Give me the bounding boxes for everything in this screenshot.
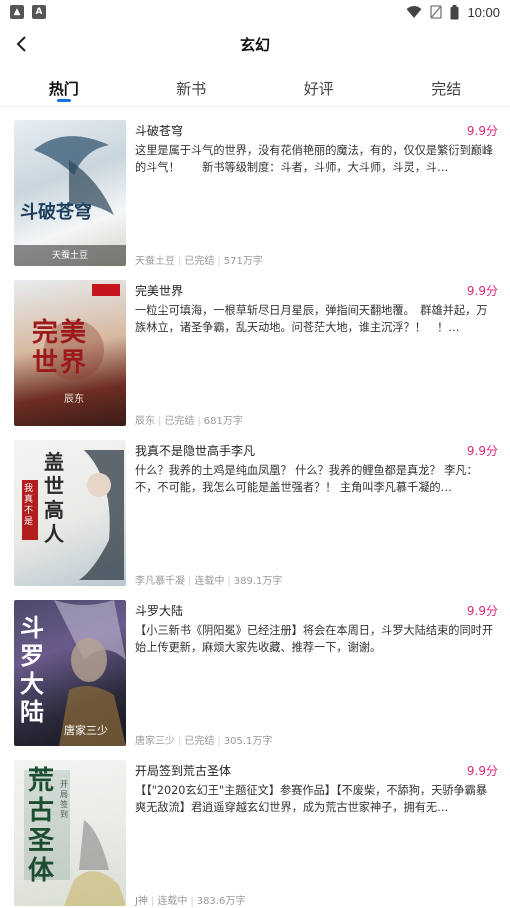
system-icons: 10:00 — [406, 4, 500, 20]
meta-separator: | — [178, 256, 182, 267]
meta-separator: | — [188, 576, 192, 587]
book-meta: J神 | 连载中 | 383.6万字 — [135, 892, 245, 907]
book-cover: 斗破苍穹 天蚕土豆 — [14, 120, 126, 266]
book-meta: 唐家三少 | 已完结 | 305.1万字 — [135, 732, 272, 747]
clock: 10:00 — [467, 4, 500, 20]
book-author: 李凡慕千凝 — [135, 576, 185, 587]
meta-separator: | — [227, 576, 231, 587]
book-status: 连载中 — [194, 576, 225, 587]
book-title: 我真不是隐世高手李凡 — [135, 444, 256, 458]
tab-top-rated[interactable]: 好评 — [255, 72, 383, 106]
book-description: 一粒尘可填海，一根草斩尽日月星辰，弹指间天翻地覆。 群雄并起，万族林立，诸圣争霸… — [135, 304, 488, 334]
book-score: 9.9分 — [466, 444, 498, 458]
notification-icons: ▲ A — [10, 5, 46, 19]
tab-label: 新书 — [176, 80, 207, 98]
book-description: 什么？我养的土鸡是纯血凤凰？ 什么？我养的鲤鱼都是真龙？ 李凡：不，不可能，我怎… — [135, 464, 478, 494]
wifi-icon — [406, 6, 422, 18]
cover-title: 斗罗大陆 — [20, 613, 44, 726]
cover-title: 盖世高人 — [44, 450, 64, 546]
book-item[interactable]: 斗破苍穹 天蚕土豆 斗破苍穹 9.9分 这里是属于斗气的世界，没有花俏艳丽的魔法… — [0, 112, 510, 272]
image-notification-icon: ▲ — [10, 5, 24, 19]
book-meta: 李凡慕千凝 | 连载中 | 389.1万字 — [135, 572, 282, 587]
book-description: 这里是属于斗气的世界，没有花俏艳丽的魔法，有的，仅仅是繁衍到巅峰的斗气！ 新书等… — [135, 144, 494, 174]
cover-art — [14, 136, 126, 266]
tab-label: 热门 — [48, 80, 79, 98]
cover-author: 天蚕土豆 — [52, 251, 89, 261]
tab-label: 完结 — [431, 80, 462, 98]
book-item[interactable]: 斗罗大陆 唐家三少 斗罗大陆 9.9分 【小三新书《阴阳冕》已经注册】将会在本周… — [0, 592, 510, 752]
app-header: 玄幻 — [0, 24, 510, 64]
cover-author: 我真不是 — [24, 484, 34, 527]
book-word-count: 681万字 — [203, 416, 243, 427]
book-author: 天蚕土豆 — [135, 256, 175, 267]
back-arrow-icon — [16, 36, 26, 52]
page-title: 玄幻 — [239, 35, 270, 54]
book-title: 开局签到荒古圣体 — [135, 764, 232, 778]
cover-title: 荒古圣体 — [28, 766, 55, 886]
tab-finished[interactable]: 完结 — [383, 72, 510, 106]
status-bar: ▲ A 10:00 — [0, 0, 510, 24]
book-item[interactable]: 我真不是 盖世高人 我真不是隐世高手李凡 9.9分 什么？我养的土鸡是纯血凤凰？… — [0, 432, 510, 592]
book-score: 9.9分 — [466, 764, 498, 778]
book-word-count: 389.1万字 — [233, 576, 283, 587]
book-meta: 天蚕土豆 | 已完结 | 571万字 — [135, 252, 263, 267]
app-notification-icon: A — [32, 5, 46, 19]
tab-label: 好评 — [303, 80, 334, 98]
book-title: 斗罗大陆 — [135, 604, 184, 618]
cover-author: 唐家三少 — [64, 724, 108, 737]
book-status: 已完结 — [164, 416, 195, 427]
book-word-count: 571万字 — [223, 256, 263, 267]
book-cover: 斗罗大陆 唐家三少 — [14, 600, 126, 746]
book-cover: 完美世界 辰东 — [14, 280, 126, 426]
book-title: 斗破苍穹 — [135, 124, 184, 138]
book-word-count: 305.1万字 — [223, 736, 273, 747]
book-cover: 我真不是 盖世高人 — [14, 440, 126, 586]
no-sim-icon — [430, 5, 443, 19]
cover-title: 完美世界 — [32, 318, 89, 378]
active-tab-indicator — [56, 99, 71, 102]
book-status: 连载中 — [157, 896, 188, 907]
tabs-divider — [0, 106, 510, 107]
book-author: 唐家三少 — [135, 736, 175, 747]
cover-title: 斗破苍穹 — [20, 202, 92, 223]
back-button[interactable] — [10, 32, 34, 56]
meta-separator: | — [178, 736, 182, 747]
tab-hot[interactable]: 热门 — [0, 72, 128, 106]
meta-separator: | — [190, 896, 194, 907]
meta-separator: | — [197, 416, 201, 427]
book-meta: 辰东 | 已完结 | 681万字 — [135, 412, 243, 427]
book-description: 【【"2020玄幻王"主题征文】参赛作品】【不废柴，不舔狗，天骄争霸暴爽无敌流】… — [135, 784, 488, 814]
category-tabs: 热门 新书 好评 完结 — [0, 72, 510, 106]
meta-separator: | — [150, 896, 155, 907]
meta-separator: | — [217, 256, 221, 267]
book-author: 辰东 — [135, 416, 155, 427]
book-cover: 荒古圣体 开局签到 — [14, 760, 126, 906]
book-status: 已完结 — [184, 256, 215, 267]
book-status: 已完结 — [184, 736, 215, 747]
book-list: 斗破苍穹 天蚕土豆 斗破苍穹 9.9分 这里是属于斗气的世界，没有花俏艳丽的魔法… — [0, 112, 510, 908]
book-author: J神 — [135, 896, 148, 907]
cover-author: 开局签到 — [60, 780, 68, 819]
book-item[interactable]: 荒古圣体 开局签到 开局签到荒古圣体 9.9分 【【"2020玄幻王"主题征文】… — [0, 752, 510, 908]
meta-separator: | — [158, 416, 162, 427]
meta-separator: | — [217, 736, 221, 747]
tab-new[interactable]: 新书 — [128, 72, 256, 106]
book-word-count: 383.6万字 — [196, 896, 246, 907]
book-description: 【小三新书《阴阳冕》已经注册】将会在本周日，斗罗大陆结束的同时开始上传更新，麻烦… — [135, 624, 494, 654]
cover-author: 辰东 — [64, 394, 84, 405]
book-score: 9.9分 — [466, 284, 498, 298]
book-score: 9.9分 — [466, 124, 498, 138]
book-title: 完美世界 — [135, 284, 184, 298]
book-score: 9.9分 — [466, 604, 498, 618]
book-item[interactable]: 完美世界 辰东 完美世界 9.9分 一粒尘可填海，一根草斩尽日月星辰，弹指间天翻… — [0, 272, 510, 432]
battery-icon — [450, 4, 459, 19]
